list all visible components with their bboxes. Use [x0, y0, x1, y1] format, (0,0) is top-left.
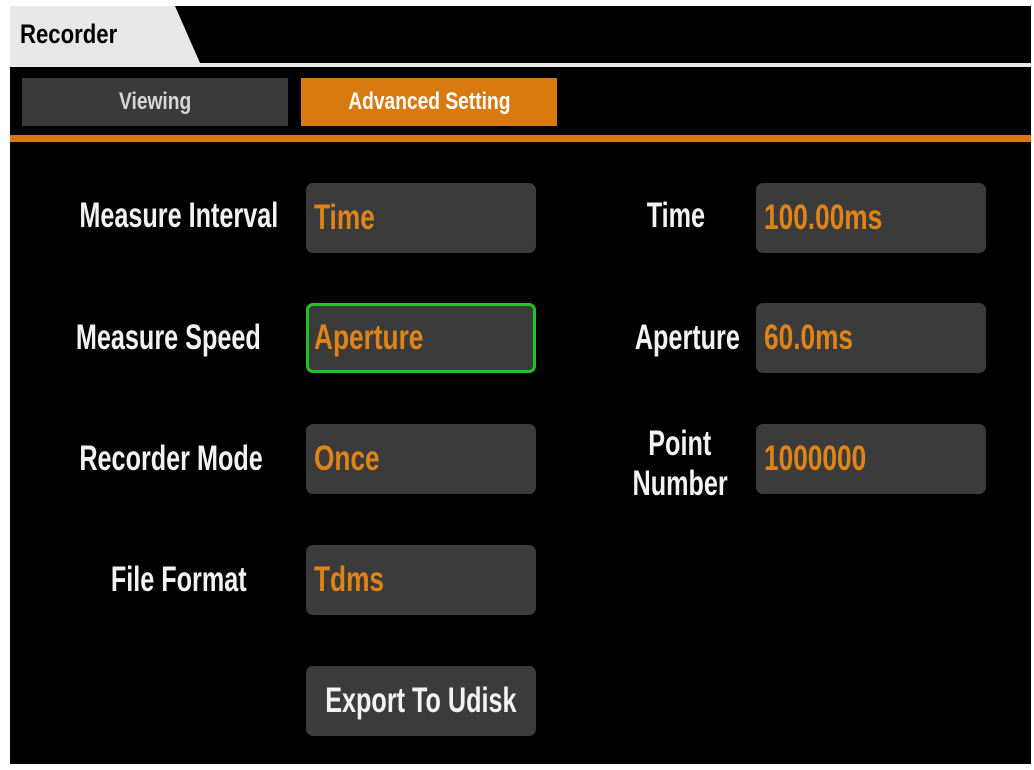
tab-advanced-setting-label: Advanced Setting [347, 88, 511, 115]
point-number-label: Point Number [632, 424, 728, 503]
measure-interval-label: Measure Interval [79, 196, 278, 235]
point-number-field[interactable]: 1000000 [756, 424, 986, 494]
aperture-field[interactable]: 60.0ms [756, 303, 986, 373]
recorder-screen: Recorder Viewing Advanced Setting Measur… [10, 6, 1031, 764]
recorder-mode-label: Recorder Mode [79, 439, 263, 478]
file-format-label: File Format [111, 560, 247, 599]
time-field[interactable]: 100.00ms [756, 183, 986, 253]
title-divider [10, 63, 1031, 67]
tab-viewing[interactable]: Viewing [22, 78, 288, 126]
file-format-field[interactable]: Tdms [306, 545, 536, 615]
tab-viewing-label: Viewing [118, 88, 192, 115]
time-label: Time [646, 196, 705, 235]
measure-speed-field[interactable]: Aperture [306, 303, 536, 373]
aperture-label: Aperture [634, 318, 740, 357]
tab-divider [10, 135, 1031, 142]
measure-speed-label: Measure Speed [76, 318, 261, 357]
title-tab: Recorder [10, 6, 200, 63]
export-to-udisk-button[interactable]: Export To Udisk [306, 666, 536, 736]
window-title: Recorder [20, 19, 118, 49]
recorder-mode-field[interactable]: Once [306, 424, 536, 494]
tab-advanced-setting[interactable]: Advanced Setting [301, 78, 557, 126]
measure-interval-field[interactable]: Time [306, 183, 536, 253]
